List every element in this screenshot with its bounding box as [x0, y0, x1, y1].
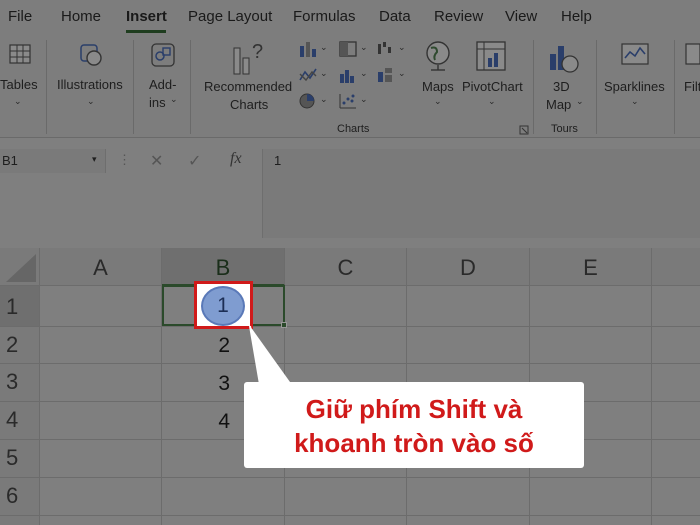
- instruction-text: Giữ phím Shift và khoanh tròn vào số: [244, 392, 584, 460]
- instruction-line-2: khoanh tròn vào số: [294, 428, 534, 458]
- instruction-callout: Giữ phím Shift và khoanh tròn vào số: [244, 382, 584, 468]
- instruction-line-1: Giữ phím Shift và: [305, 394, 523, 424]
